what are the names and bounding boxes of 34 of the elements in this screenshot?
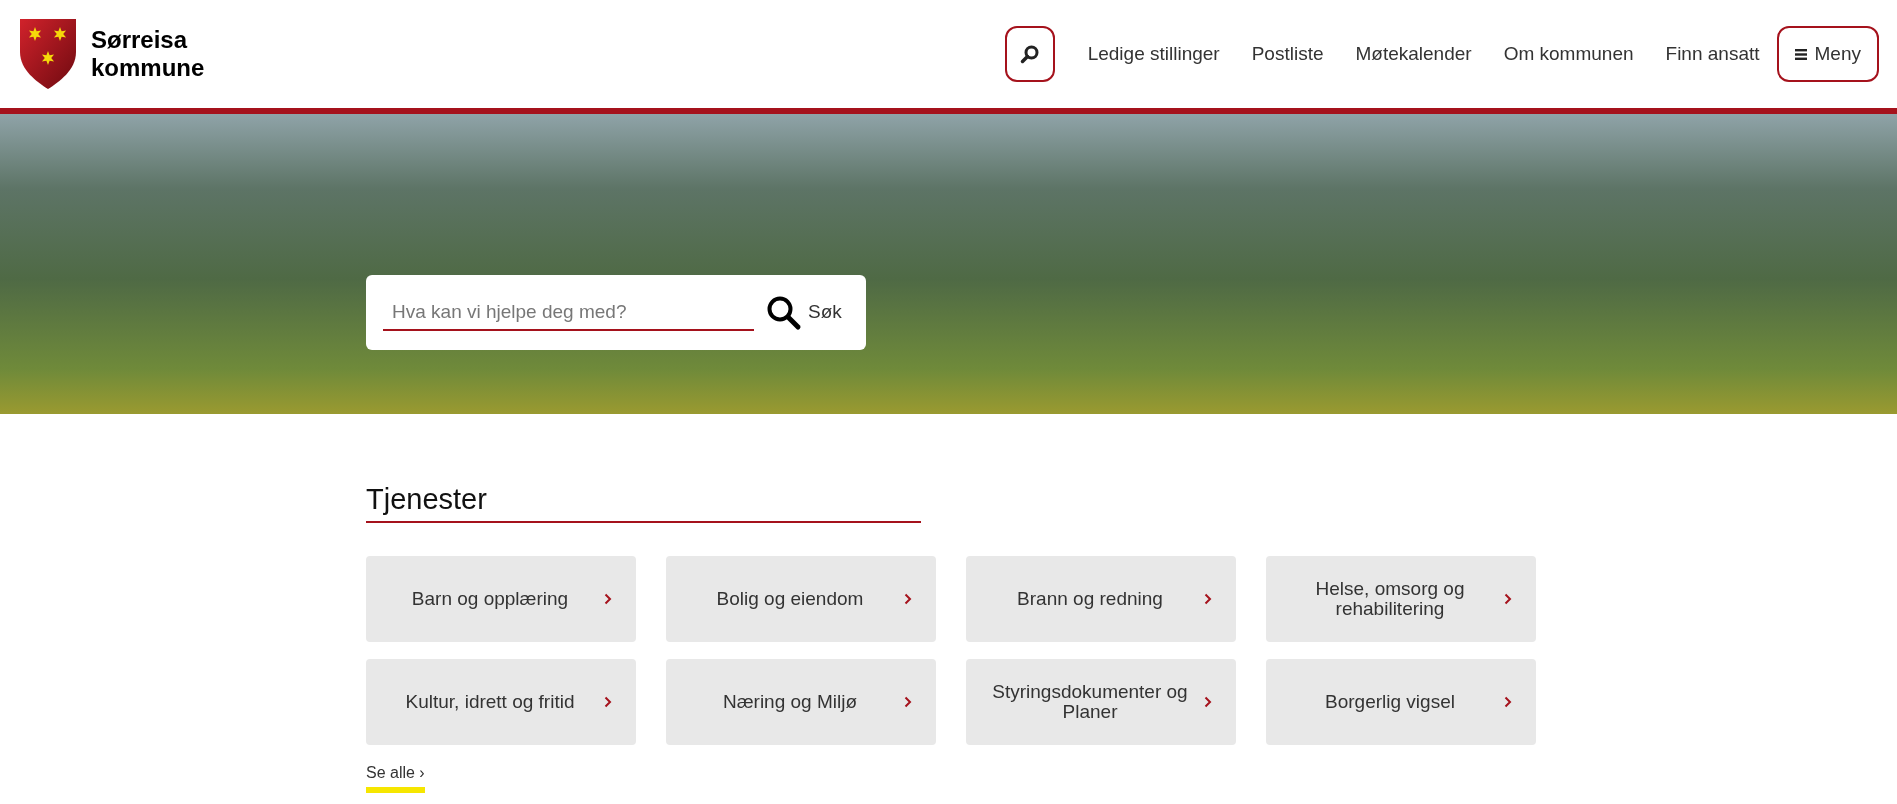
service-tile[interactable]: Bolig og eiendom bbox=[666, 556, 936, 642]
service-tile[interactable]: Barn og opplæring bbox=[366, 556, 636, 642]
chevron-right-icon bbox=[1204, 593, 1212, 605]
chevron-right-icon bbox=[904, 593, 912, 605]
site-name[interactable]: kommune bbox=[91, 54, 205, 82]
search-icon bbox=[766, 294, 802, 331]
search-field[interactable]: Hva kan vi hjelpe deg med? bbox=[383, 294, 754, 331]
menu-icon bbox=[1794, 48, 1807, 60]
chevron-right-icon bbox=[1504, 593, 1512, 605]
service-tile[interactable]: Brann og redning bbox=[966, 556, 1236, 642]
service-tile[interactable]: Næring og Miljø bbox=[666, 659, 936, 745]
service-tile[interactable]: Styringsdokumenter og Planer bbox=[966, 659, 1236, 745]
chevron-right-icon bbox=[1204, 696, 1212, 708]
nav-link[interactable]: Møtekalender bbox=[1339, 39, 1488, 69]
search-button[interactable] bbox=[1004, 26, 1055, 82]
section-heading: Tjenester bbox=[366, 481, 921, 523]
nav-link[interactable]: Ledige stillinger bbox=[1071, 39, 1236, 69]
service-tile[interactable]: Helse, omsorg og rehabilitering bbox=[1266, 556, 1536, 642]
service-tile[interactable]: Kultur, idrett og fritid bbox=[366, 659, 636, 745]
search-icon bbox=[1019, 44, 1040, 64]
chevron-right-icon bbox=[604, 696, 612, 708]
site-name[interactable]: Sørreisa bbox=[91, 26, 205, 54]
nav-link[interactable]: Postliste bbox=[1235, 39, 1340, 69]
see-all-link[interactable]: Se alle › bbox=[366, 761, 425, 793]
chevron-right-icon bbox=[604, 593, 612, 605]
search-bar[interactable]: Hva kan vi hjelpe deg med? Søk bbox=[366, 275, 866, 350]
search-submit-button[interactable]: Søk bbox=[762, 294, 842, 331]
chevron-right-icon bbox=[1504, 696, 1512, 708]
service-tile[interactable]: Borgerlig vigsel bbox=[1266, 659, 1536, 745]
nav-link[interactable]: Finn ansatt bbox=[1649, 39, 1776, 69]
nav-link[interactable]: Om kommunen bbox=[1487, 39, 1650, 69]
chevron-right-icon bbox=[904, 696, 912, 708]
menu-button[interactable]: Meny bbox=[1776, 26, 1879, 82]
coat-of-arms-logo[interactable] bbox=[19, 18, 77, 90]
